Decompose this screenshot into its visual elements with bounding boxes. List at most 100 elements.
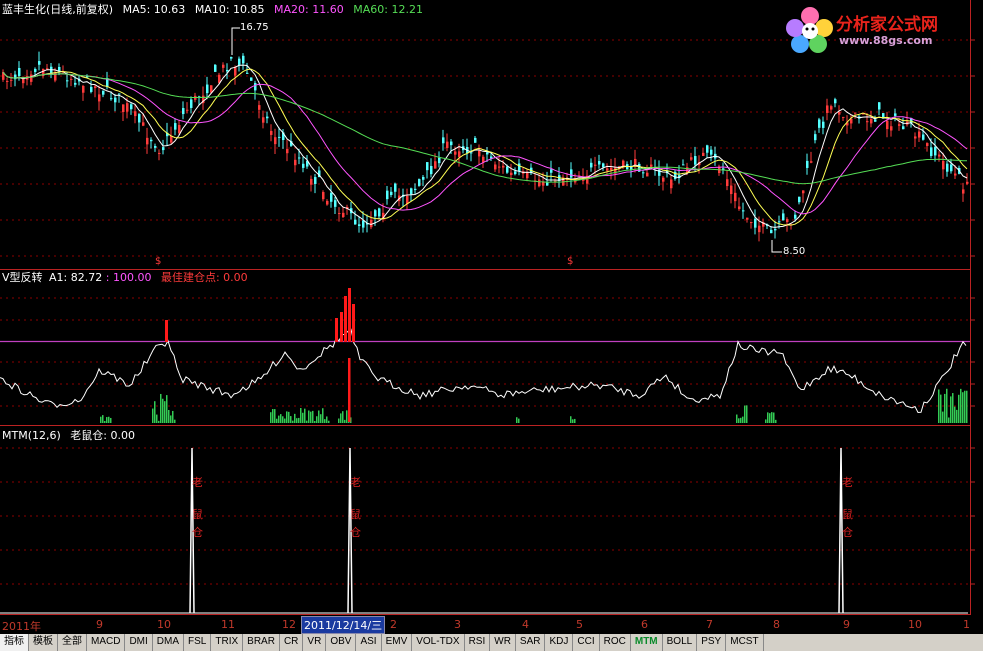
- candle-body: [838, 112, 841, 115]
- green-bar: [518, 418, 520, 423]
- green-bar: [304, 408, 306, 423]
- candle-body: [950, 164, 953, 172]
- green-bar: [948, 417, 950, 423]
- tab-macd[interactable]: MACD: [87, 634, 126, 651]
- candle-body: [430, 165, 433, 175]
- tab-brar[interactable]: BRAR: [243, 634, 280, 651]
- candle-body: [878, 102, 881, 110]
- candle-body: [774, 228, 777, 231]
- axis-label-8: 4: [522, 618, 529, 631]
- red-signal-bar: [165, 320, 168, 342]
- v-indicator-header: V型反转 A1: 82.72 : 100.00 最佳建仓点: 0.00: [2, 271, 254, 285]
- green-bar: [326, 416, 328, 423]
- tab-cci[interactable]: CCI: [573, 634, 600, 651]
- tab-dma[interactable]: DMA: [152, 634, 185, 651]
- candle-body: [162, 147, 165, 151]
- candle-body: [302, 163, 305, 168]
- v-indicator-name: V型反转: [2, 271, 43, 284]
- green-bar: [294, 413, 296, 423]
- candle-body: [934, 147, 937, 156]
- candle-body: [258, 105, 261, 110]
- ma5-line: [2, 64, 968, 228]
- tab-sar[interactable]: SAR: [515, 634, 546, 651]
- tab-指标[interactable]: 指标: [0, 634, 29, 651]
- flower-icon: [786, 7, 833, 53]
- green-bar: [274, 409, 276, 423]
- candle-body: [374, 210, 377, 217]
- candle-body: [90, 86, 93, 92]
- green-bar: [954, 406, 956, 423]
- tab-boll[interactable]: BOLL: [662, 634, 698, 651]
- axis-label-5: 2011/12/14/三: [301, 616, 386, 634]
- tab-asi[interactable]: ASI: [356, 634, 382, 651]
- high-leader: [231, 27, 240, 55]
- red-signal-bar: [348, 288, 351, 342]
- rat-label-2-c1: 老: [350, 476, 361, 489]
- candle-body: [150, 139, 153, 142]
- high-price-label: 16.75: [240, 22, 269, 33]
- candle-body: [294, 159, 297, 166]
- tab-emv[interactable]: EMV: [381, 634, 413, 651]
- candle-body: [502, 165, 505, 168]
- candle-body: [182, 108, 185, 115]
- candle-body: [834, 99, 837, 104]
- candle-body: [930, 147, 933, 156]
- tab-obv[interactable]: OBV: [326, 634, 357, 651]
- green-bar: [166, 395, 168, 423]
- green-bar: [960, 388, 962, 423]
- red-signal-bar: [340, 312, 343, 342]
- green-bar: [338, 418, 340, 423]
- candle-body: [710, 149, 713, 155]
- green-bar: [298, 417, 300, 423]
- candle-body: [810, 161, 813, 163]
- tab-vr[interactable]: VR: [303, 634, 327, 651]
- mtm-header: MTM(12,6) 老鼠仓: 0.00: [2, 429, 141, 443]
- candle-body: [242, 55, 245, 64]
- candle-body: [746, 217, 749, 220]
- candle-body: [326, 200, 329, 205]
- candle-body: [134, 111, 137, 117]
- candle-body: [38, 61, 41, 65]
- candle-body: [650, 164, 653, 167]
- tab-dmi[interactable]: DMI: [125, 634, 153, 651]
- green-bar: [775, 419, 777, 423]
- tab-roc[interactable]: ROC: [599, 634, 631, 651]
- candle-body: [10, 79, 13, 81]
- green-bar: [290, 416, 292, 423]
- tab-vol-tdx[interactable]: VOL-TDX: [412, 634, 465, 651]
- green-bar: [288, 411, 290, 423]
- tab-cr[interactable]: CR: [279, 634, 304, 651]
- tab-fsl[interactable]: FSL: [184, 634, 212, 651]
- chart-canvas[interactable]: [0, 0, 983, 651]
- candle-body: [342, 212, 345, 218]
- tab-kdj[interactable]: KDJ: [545, 634, 574, 651]
- candle-body: [854, 112, 857, 114]
- candle-body: [178, 124, 181, 134]
- green-bar: [950, 396, 952, 423]
- candle-body: [866, 121, 869, 123]
- candle-body: [234, 66, 237, 76]
- tab-mcst[interactable]: MCST: [726, 634, 764, 651]
- green-bar: [346, 410, 348, 423]
- candle-body: [894, 113, 897, 116]
- tab-全部[interactable]: 全部: [58, 634, 87, 651]
- tab-psy[interactable]: PSY: [697, 634, 727, 651]
- tab-mtm[interactable]: MTM: [630, 634, 663, 651]
- candle-body: [590, 162, 593, 168]
- tab-trix[interactable]: TRIX: [211, 634, 244, 651]
- candle-body: [646, 172, 649, 177]
- green-bar: [270, 412, 272, 423]
- green-bar: [570, 416, 572, 423]
- tab-rsi[interactable]: RSI: [464, 634, 491, 651]
- tab-wr[interactable]: WR: [490, 634, 516, 651]
- candle-body: [902, 126, 905, 130]
- tab-模板[interactable]: 模板: [29, 634, 58, 651]
- rat-label-1-c2: 鼠: [192, 508, 203, 521]
- axis-label-15: 1: [963, 618, 970, 631]
- green-bar: [286, 411, 288, 423]
- red-signal-bar: [352, 304, 355, 342]
- candle-body: [914, 136, 917, 139]
- axis-label-2: 10: [157, 618, 171, 631]
- ma60-line: [2, 71, 967, 185]
- candle-body: [6, 80, 9, 82]
